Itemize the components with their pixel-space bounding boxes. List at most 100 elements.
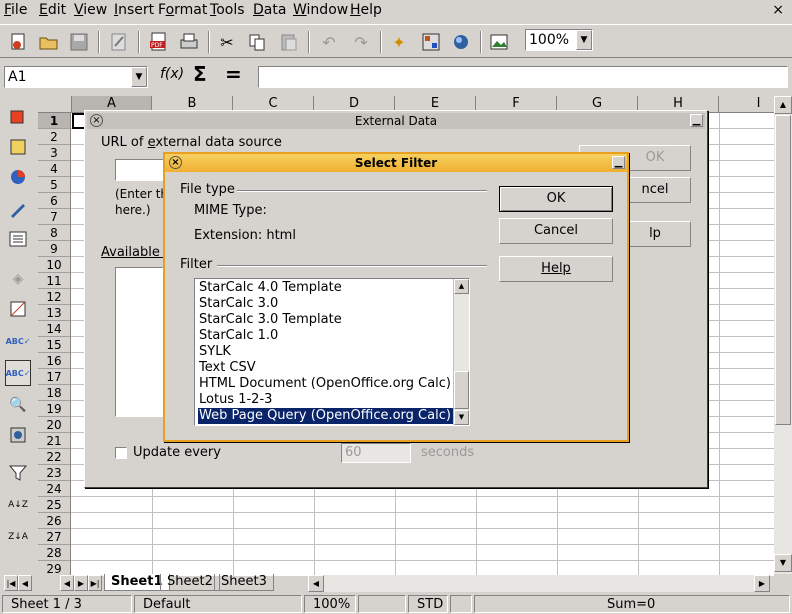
row-header[interactable]: 28 (38, 545, 71, 561)
zoom-select[interactable]: 100% ▼ (525, 29, 593, 51)
paste-icon[interactable] (276, 29, 302, 55)
draw-functions-icon[interactable] (5, 196, 31, 222)
menu-insert[interactable]: Insert (114, 2, 154, 18)
spellcheck-icon[interactable]: ABC✓ (5, 328, 31, 354)
list-scrollbar[interactable]: ▲ ▼ (453, 279, 469, 425)
list-item[interactable]: HTML Document (OpenOffice.org Calc) (198, 376, 456, 392)
list-item[interactable]: StarCalc 3.0 (198, 296, 456, 312)
insert-icon[interactable] (5, 104, 31, 130)
horizontal-scrollbar[interactable]: ◀ ▶ (308, 575, 770, 592)
find-replace-icon[interactable]: 🔍 (5, 392, 31, 418)
scroll-up-icon[interactable]: ▲ (774, 96, 792, 114)
scroll-down-icon[interactable]: ▼ (454, 410, 469, 425)
gallery-icon[interactable] (418, 29, 444, 55)
autoformat-icon[interactable] (5, 296, 31, 322)
sheet-tab-sheet3[interactable]: Sheet3 (214, 574, 274, 591)
row-header[interactable]: 10 (38, 257, 71, 273)
filter-list[interactable]: StarCalc 4.0 Template StarCalc 3.0 StarC… (194, 278, 470, 426)
row-header[interactable]: 19 (38, 401, 71, 417)
scroll-left-icon[interactable]: ◀ (18, 575, 32, 591)
menu-help[interactable]: Help (350, 2, 382, 18)
sort-descending-icon[interactable]: Z↓A (5, 524, 31, 550)
row-header[interactable]: 15 (38, 337, 71, 353)
insert-chart-icon[interactable] (5, 164, 31, 190)
scroll-thumb[interactable] (775, 115, 791, 425)
minimize-icon[interactable]: ▁ (690, 114, 703, 127)
row-header[interactable]: 2 (38, 129, 71, 145)
menu-file[interactable]: File (4, 2, 27, 18)
select-all-corner[interactable] (38, 96, 72, 113)
help-button[interactable]: Help (499, 256, 613, 282)
menu-tools[interactable]: Tools (210, 2, 245, 18)
update-interval-input[interactable]: 60 (341, 443, 411, 463)
edit-points-icon[interactable]: ◈ (5, 266, 31, 292)
status-page-style[interactable]: Default (134, 595, 302, 613)
row-header[interactable]: 21 (38, 433, 71, 449)
last-sheet-icon[interactable]: ▶| (88, 575, 102, 591)
copy-icon[interactable] (244, 29, 270, 55)
chevron-down-icon[interactable]: ▼ (576, 30, 592, 50)
scroll-left-icon[interactable]: ◀ (308, 575, 324, 592)
scroll-thumb[interactable] (454, 371, 469, 409)
row-header[interactable]: 24 (38, 481, 71, 497)
new-document-icon[interactable] (6, 29, 32, 55)
row-header[interactable]: 5 (38, 177, 71, 193)
list-item[interactable]: Lotus 1-2-3 (198, 392, 456, 408)
list-item[interactable]: Text CSV (198, 360, 456, 376)
navigator-icon[interactable]: ✦ (386, 29, 412, 55)
minimize-icon[interactable]: ▁ (612, 156, 625, 169)
chevron-down-icon[interactable]: ▼ (131, 67, 147, 87)
save-icon[interactable] (66, 29, 92, 55)
export-pdf-icon[interactable]: PDF (146, 29, 172, 55)
formula-input[interactable] (258, 66, 788, 88)
edit-file-icon[interactable] (106, 29, 132, 55)
sum-button[interactable]: Σ (193, 62, 207, 86)
open-folder-icon[interactable] (36, 29, 62, 55)
scroll-up-icon[interactable]: ▲ (454, 279, 469, 294)
menu-data[interactable]: Data (253, 2, 286, 18)
row-header[interactable]: 16 (38, 353, 71, 369)
sort-ascending-icon[interactable]: A↓Z (5, 492, 31, 518)
scroll-right-icon[interactable]: ▶ (754, 575, 770, 592)
row-header[interactable]: 14 (38, 321, 71, 337)
vertical-scrollbar[interactable]: ▲ ▼ (774, 96, 792, 574)
menu-format[interactable]: Format (158, 2, 207, 18)
row-header[interactable]: 17 (38, 369, 71, 385)
row-header[interactable]: 1 (38, 113, 71, 129)
undo-icon[interactable]: ↶ (316, 29, 342, 55)
ok-button[interactable]: OK (499, 186, 613, 212)
status-zoom[interactable]: 100% (304, 595, 356, 613)
row-header[interactable]: 6 (38, 193, 71, 209)
row-header[interactable]: 23 (38, 465, 71, 481)
status-selection-mode[interactable]: STD (408, 595, 448, 613)
menu-edit[interactable]: Edit (39, 2, 66, 18)
row-header[interactable]: 3 (38, 145, 71, 161)
insert-object-icon[interactable] (5, 134, 31, 160)
datasources-icon[interactable] (5, 422, 31, 448)
column-header[interactable]: I (719, 96, 774, 113)
row-header[interactable]: 9 (38, 241, 71, 257)
list-item[interactable]: StarCalc 3.0 Template (198, 312, 456, 328)
form-controls-icon[interactable] (5, 226, 31, 252)
row-header[interactable]: 25 (38, 497, 71, 513)
prev-sheet-icon[interactable]: ◀ (60, 575, 74, 591)
row-header[interactable]: 4 (38, 161, 71, 177)
next-sheet-icon[interactable]: ▶ (74, 575, 88, 591)
data-sources-icon[interactable] (448, 29, 474, 55)
row-header[interactable]: 11 (38, 273, 71, 289)
row-header[interactable]: 22 (38, 449, 71, 465)
menu-view[interactable]: View (74, 2, 107, 18)
scroll-down-icon[interactable]: ▼ (774, 554, 792, 572)
update-checkbox[interactable] (115, 447, 127, 459)
first-sheet-icon[interactable]: |◀ (4, 575, 18, 591)
insert-image-icon[interactable] (486, 29, 512, 55)
row-header[interactable]: 26 (38, 513, 71, 529)
function-button[interactable]: = (225, 62, 242, 86)
row-header[interactable]: 12 (38, 289, 71, 305)
row-header[interactable]: 13 (38, 305, 71, 321)
cut-icon[interactable]: ✂ (214, 29, 240, 55)
sheet-tab-sheet2[interactable]: Sheet2 (160, 574, 220, 591)
name-box[interactable]: A1 ▼ (4, 66, 148, 88)
autospellcheck-icon[interactable]: ABC✓ (5, 360, 31, 386)
list-item[interactable]: StarCalc 4.0 Template (198, 280, 456, 296)
